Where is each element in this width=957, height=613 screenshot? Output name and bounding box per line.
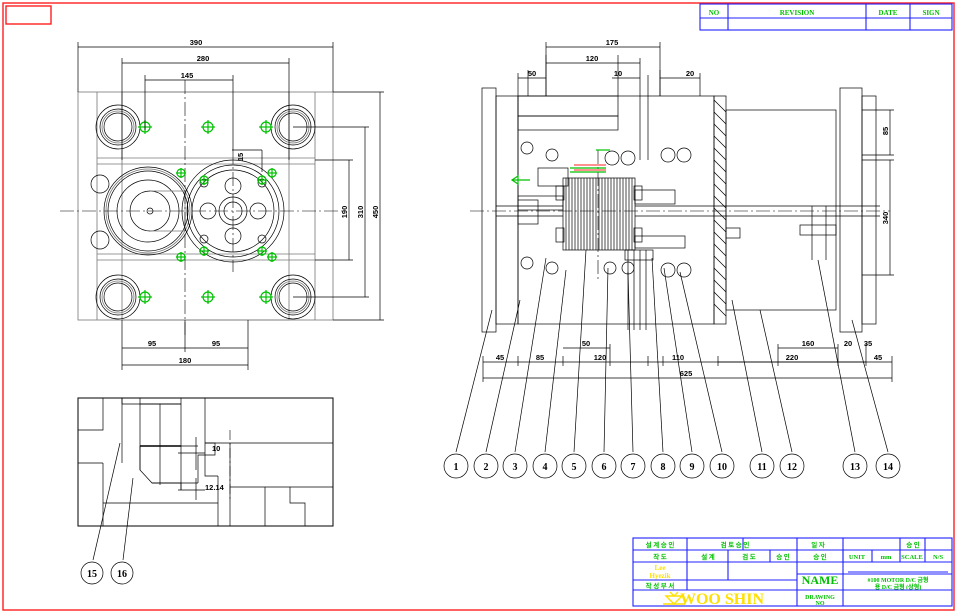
tb-label-drawn: 작 도 [653, 552, 667, 561]
designer-name-line2: Hyezik [650, 572, 671, 580]
part-name-line2: 용 D/C 금형 (상형) [875, 583, 921, 591]
tb-label-drawing-no-l2: NO [816, 601, 825, 607]
tb-label-design-approve: 설 계 승 인 [646, 540, 675, 549]
tb-label-approve2: 승 인 [776, 552, 790, 561]
tb-label-unit: UNIT [849, 554, 866, 561]
tb-label-scale: SCALE [901, 554, 923, 561]
company-name: WOO SHIN [680, 591, 764, 608]
drawing-sheet: 390 280 145 95 95 180 190 310 450 15 10 … [0, 0, 957, 613]
part-name-line1: #100 MOTOR D/C 금형 [867, 576, 928, 584]
tb-label-date: 일 자 [811, 540, 825, 549]
tb-value-unit: mm [881, 554, 892, 561]
tb-label-check: 검 도 [742, 552, 756, 561]
tb-label-approve: 승 인 [906, 540, 920, 549]
designer-name-line1: Lee [655, 564, 666, 572]
tb-label-name: NAME [802, 573, 839, 587]
tb-label-department: 작 성 부 서 [646, 581, 675, 590]
tb-label-design: 설 계 [701, 552, 715, 561]
tb-label-partname-ko: 승 인 [813, 552, 827, 561]
tb-label-review-approve: 검 토 승 인 [721, 540, 750, 549]
tb-value-scale: N/S [933, 554, 944, 561]
title-block[interactable]: 설 계 승 인 검 토 승 인 일 자 승 인 작 도 설 계 검 도 승 인 … [0, 0, 957, 613]
